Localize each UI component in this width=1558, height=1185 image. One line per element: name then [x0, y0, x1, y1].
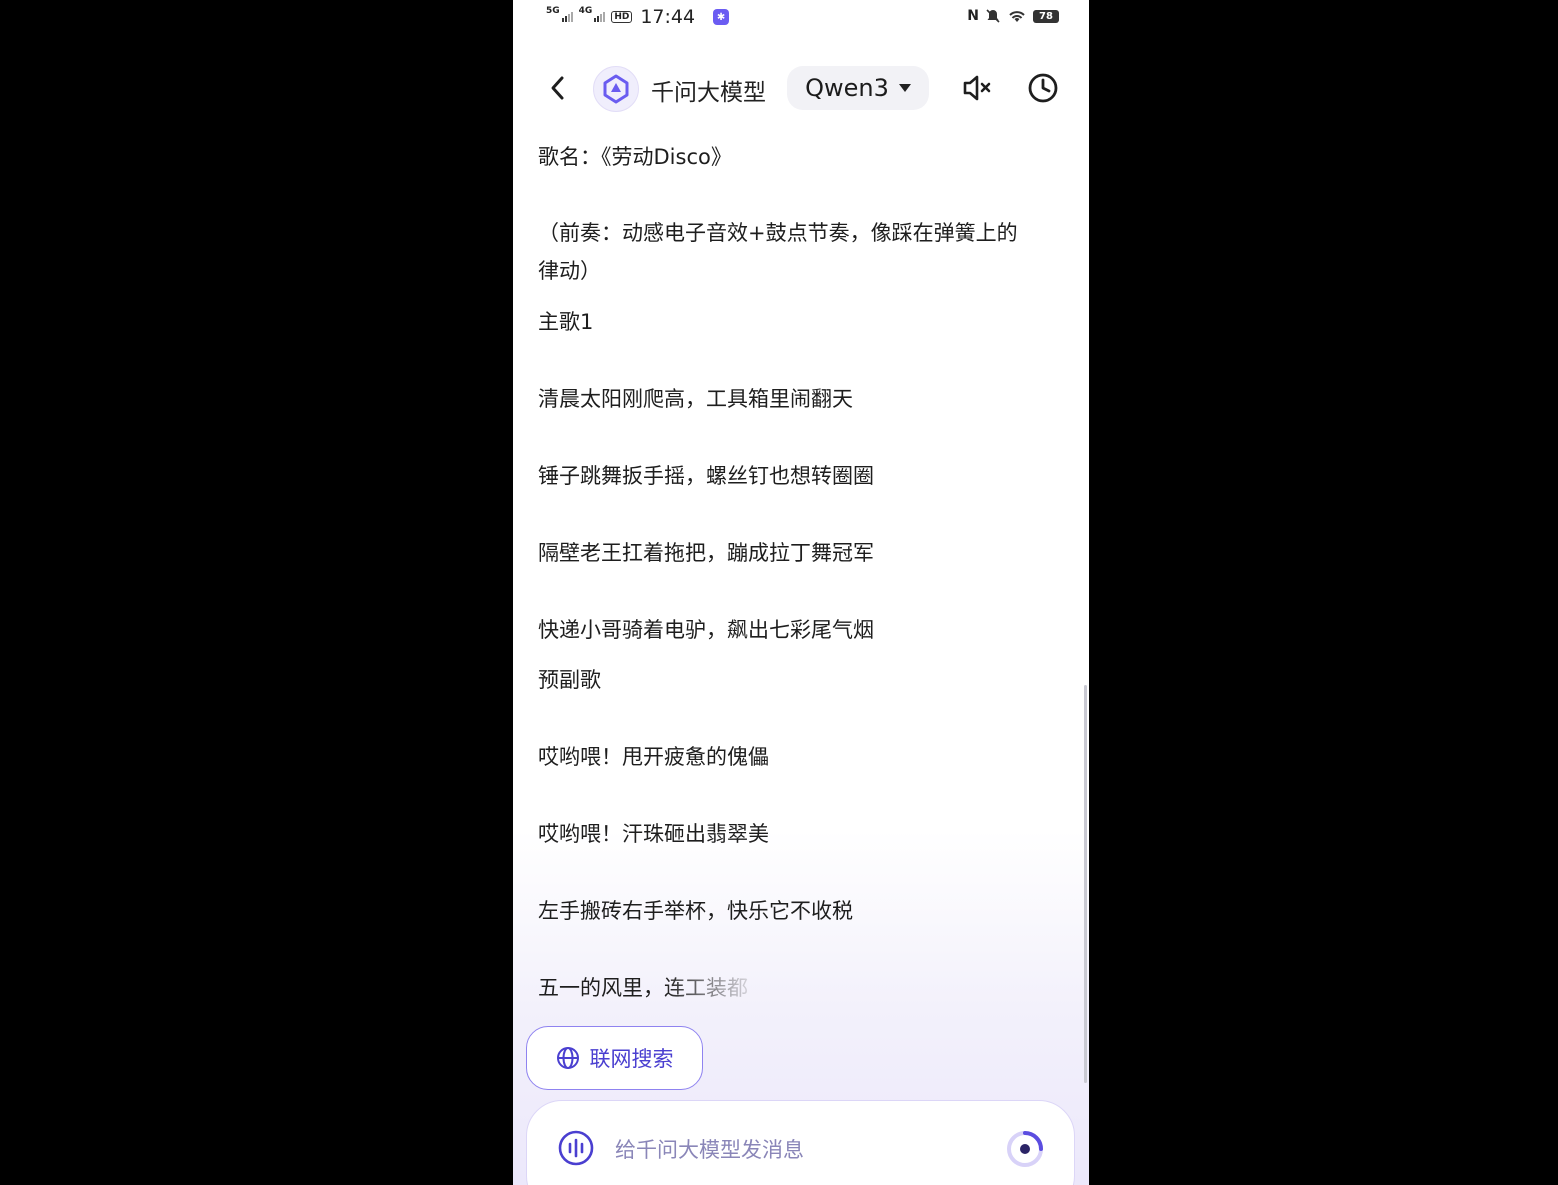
status-left: 5G 4G HD 17:44 ✱: [546, 6, 730, 28]
message-line-streaming: 五一的风里，连工装都: [538, 969, 748, 1007]
qwen-logo-icon: [603, 74, 629, 104]
message-line: （前奏：动感电子音效+鼓点节奏，像踩在弹簧上的: [538, 221, 1018, 245]
app-notification-icon: ✱: [713, 9, 730, 25]
scrollbar[interactable]: [1084, 685, 1087, 1083]
status-bar: 5G 4G HD 17:44 ✱ N 78: [513, 0, 1089, 36]
section-heading: 主歌1: [538, 310, 594, 334]
model-label: Qwen3: [805, 74, 889, 102]
message-composer: [526, 1100, 1075, 1185]
wifi-icon: [1009, 11, 1025, 22]
message-line: 律动）: [538, 259, 601, 283]
voice-input-icon[interactable]: [557, 1129, 595, 1167]
app-title: 千问大模型: [651, 80, 766, 106]
back-arrow-icon[interactable]: [547, 72, 569, 104]
signal-5g-icon: 5G: [546, 6, 573, 22]
message-line: 锤子跳舞扳手摇，螺丝钉也想转圈圈: [538, 464, 874, 488]
history-clock-icon[interactable]: [1025, 70, 1061, 106]
message-input[interactable]: [613, 1131, 997, 1169]
message-line: 隔壁老王扛着拖把，蹦成拉丁舞冠军: [538, 541, 874, 565]
nfc-icon: N: [967, 8, 979, 24]
phone-screen: 5G 4G HD 17:44 ✱ N 78 千问大模型 Qwen3 歌名：《劳动…: [513, 0, 1089, 1185]
message-line: 左手搬砖右手举杯，快乐它不收税: [538, 899, 853, 923]
stop-generating-icon[interactable]: [1005, 1129, 1045, 1169]
caret-down-icon: [898, 84, 911, 92]
song-title-line: 歌名：《劳动Disco》: [538, 145, 732, 169]
globe-icon: [556, 1047, 579, 1069]
message-line: 快递小哥骑着电驴，飙出七彩尾气烟: [538, 618, 874, 642]
web-search-label: 联网搜索: [589, 1047, 674, 1071]
message-line: 哎哟喂！汗珠砸出翡翠美: [538, 822, 769, 846]
speaker-mute-icon[interactable]: [959, 70, 995, 106]
signal-4g-icon: 4G: [579, 6, 606, 22]
status-time: 17:44: [640, 6, 696, 28]
app-header: 千问大模型 Qwen3: [513, 62, 1089, 114]
qwen-logo: [593, 66, 639, 112]
hd-voice-icon: HD: [611, 11, 633, 23]
section-heading: 预副歌: [538, 668, 601, 692]
status-right: N 78: [967, 8, 1059, 24]
mute-bell-icon: [986, 9, 1000, 23]
web-search-button[interactable]: 联网搜索: [526, 1026, 703, 1090]
message-line: 哎哟喂！甩开疲惫的傀儡: [538, 745, 769, 769]
model-selector[interactable]: Qwen3: [787, 66, 929, 110]
message-line: 清晨太阳刚爬高，工具箱里闹翻天: [538, 387, 853, 411]
battery-icon: 78: [1033, 9, 1059, 23]
